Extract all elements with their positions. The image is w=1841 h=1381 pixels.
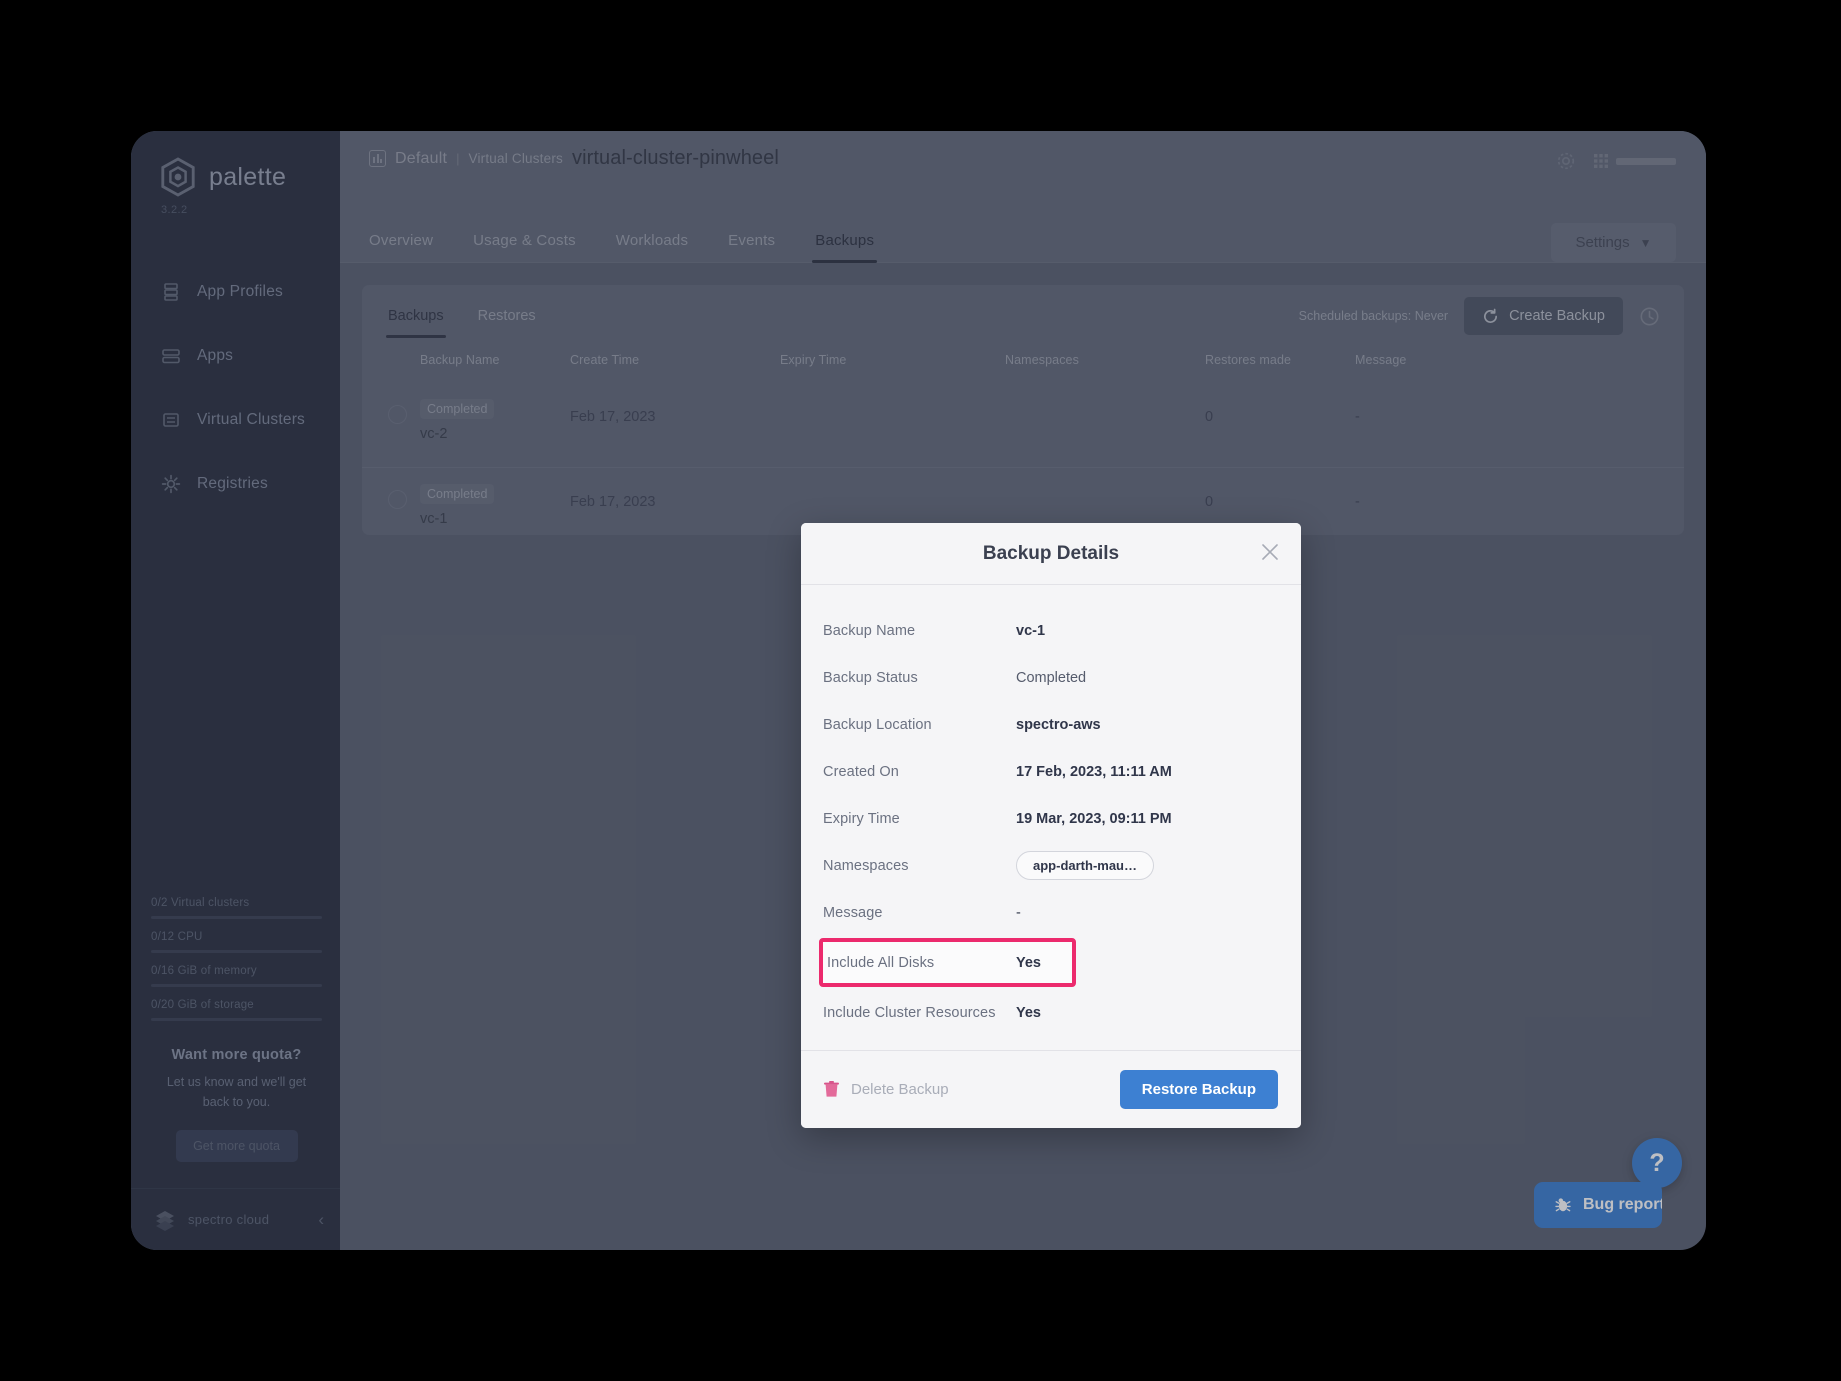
field-value: Completed (1016, 670, 1086, 686)
trash-icon (824, 1081, 839, 1098)
namespace-tag[interactable]: app-darth-mau… (1016, 851, 1154, 880)
field-value: spectro-aws (1016, 717, 1101, 733)
field-backup-name: Backup Name vc-1 (823, 607, 1279, 654)
field-backup-location: Backup Location spectro-aws (823, 701, 1279, 748)
field-label: Backup Status (823, 670, 1016, 686)
delete-backup-button[interactable]: Delete Backup (824, 1081, 949, 1098)
field-value: - (1016, 905, 1021, 921)
modal-header: Backup Details (801, 523, 1301, 585)
field-label: Message (823, 905, 1016, 921)
field-expiry-time: Expiry Time 19 Mar, 2023, 09:11 PM (823, 795, 1279, 842)
restore-backup-button[interactable]: Restore Backup (1120, 1070, 1278, 1109)
delete-backup-label: Delete Backup (851, 1081, 949, 1098)
field-label: Expiry Time (823, 811, 1016, 827)
close-x-icon[interactable] (1259, 541, 1281, 563)
field-value: 17 Feb, 2023, 11:11 AM (1016, 764, 1172, 780)
field-label: Namespaces (823, 858, 1016, 874)
modal-body: Backup Name vc-1 Backup Status Completed… (801, 585, 1301, 1050)
field-label: Include All Disks (827, 955, 1016, 971)
modal-footer: Delete Backup Restore Backup (801, 1050, 1301, 1128)
modal-title: Backup Details (983, 543, 1119, 565)
field-value: 19 Mar, 2023, 09:11 PM (1016, 811, 1172, 827)
field-include-all-disks: Include All Disks Yes (819, 938, 1076, 987)
field-backup-status: Backup Status Completed (823, 654, 1279, 701)
field-label: Backup Name (823, 623, 1016, 639)
field-value: vc-1 (1016, 623, 1045, 639)
field-value: Yes (1016, 1005, 1041, 1021)
field-label: Created On (823, 764, 1016, 780)
backup-details-modal: Backup Details Backup Name vc-1 Backup S… (801, 523, 1301, 1128)
field-message: Message - (823, 889, 1279, 936)
field-include-cluster-resources: Include Cluster Resources Yes (823, 989, 1279, 1036)
field-label: Include Cluster Resources (823, 1005, 1016, 1021)
field-created-on: Created On 17 Feb, 2023, 11:11 AM (823, 748, 1279, 795)
field-namespaces: Namespaces app-darth-mau… (823, 842, 1279, 889)
application-window: palette 3.2.2 App Profiles Apps (131, 131, 1706, 1250)
field-value: Yes (1016, 955, 1041, 971)
field-label: Backup Location (823, 717, 1016, 733)
